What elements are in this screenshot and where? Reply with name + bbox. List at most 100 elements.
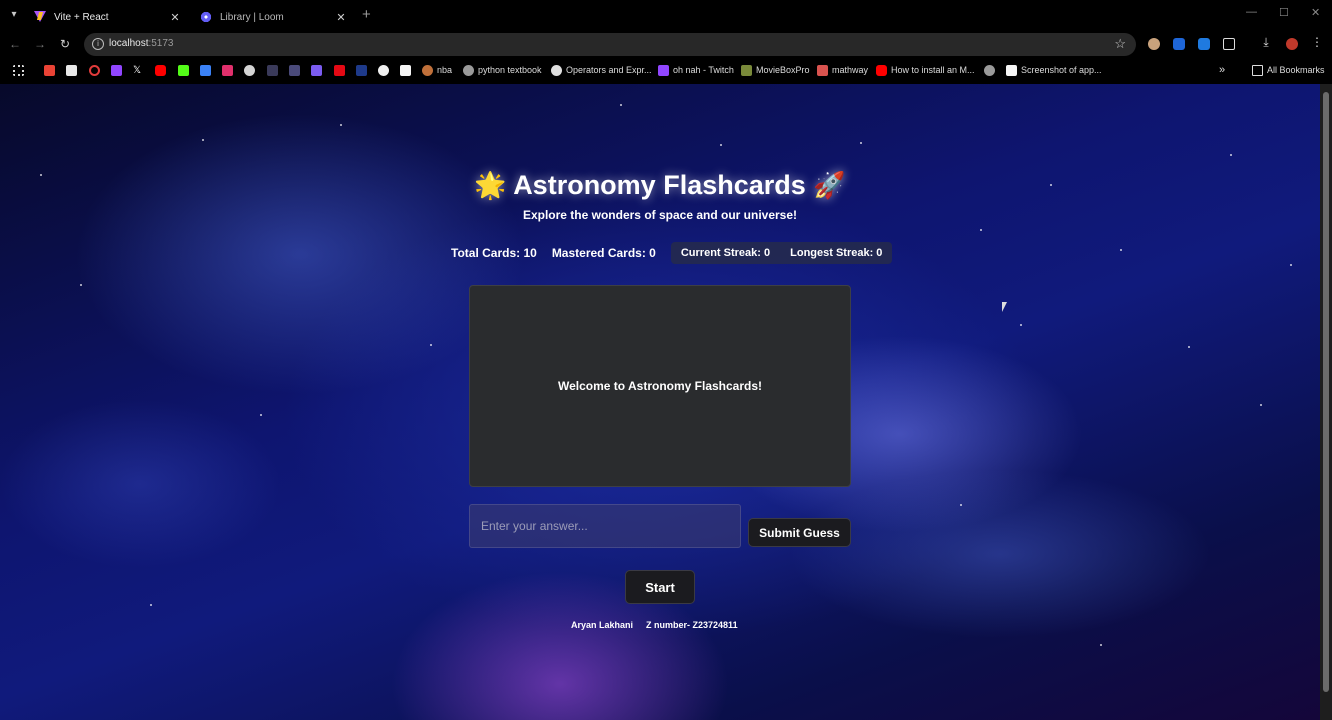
bookmarks-bar: 𝕏 nba python textbook Operators and Expr… — [0, 58, 1332, 82]
page-scrollbar[interactable] — [1320, 84, 1332, 720]
bookmark-star-icon[interactable]: ☆ — [1114, 36, 1126, 52]
back-arrow-icon[interactable]: ← — [7, 36, 23, 52]
scrollbar-thumb[interactable] — [1323, 92, 1329, 692]
bookmark-label: MovieBoxPro — [756, 65, 810, 75]
site-icon[interactable] — [244, 64, 255, 76]
new-tab-plus-icon[interactable]: + — [362, 6, 371, 23]
bookmark-mathway[interactable]: mathway — [817, 64, 868, 76]
youtube-icon[interactable] — [155, 64, 166, 76]
gmail-icon[interactable] — [44, 64, 55, 76]
tab-title: Vite + React — [54, 11, 109, 23]
nba-icon — [422, 64, 433, 76]
submit-guess-button[interactable]: Submit Guess — [748, 518, 851, 547]
flashcard[interactable]: Welcome to Astronomy Flashcards! — [469, 285, 851, 487]
more-menu-icon[interactable]: ⋮ — [1311, 36, 1323, 48]
netflix-icon[interactable] — [334, 64, 345, 76]
rocket-icon: 🚀 — [813, 170, 846, 200]
site-icon[interactable] — [311, 64, 322, 76]
total-cards-stat: Total Cards: 10 — [451, 246, 537, 260]
bookmark-python-textbook[interactable]: python textbook — [463, 64, 542, 76]
vite-icon — [34, 11, 46, 23]
footer-student-id: Z number- Z23724811 — [646, 620, 738, 630]
x-icon[interactable]: 𝕏 — [133, 64, 141, 76]
site-icon[interactable] — [200, 64, 211, 76]
site-icon[interactable] — [356, 64, 367, 76]
streak-panel: Current Streak: 0 Longest Streak: 0 — [670, 242, 893, 264]
wiki-icon[interactable] — [267, 64, 278, 76]
loom-icon — [200, 11, 212, 23]
browser-tab-bar: ▾ Vite + React ✕ Library | Loom ✕ + — ☐ … — [0, 0, 1332, 30]
start-button[interactable]: Start — [625, 570, 695, 604]
bookmark-operators[interactable]: Operators and Expr... — [551, 64, 652, 76]
bookmark-nba[interactable]: nba — [422, 64, 452, 76]
apps-grid-icon[interactable] — [13, 64, 24, 76]
site-icon[interactable] — [400, 64, 411, 76]
url-text[interactable]: localhost:5173 — [109, 38, 174, 49]
circle-site-icon[interactable] — [89, 64, 100, 76]
reload-icon[interactable]: ↻ — [57, 36, 73, 52]
mathway-icon — [817, 64, 828, 76]
github-icon[interactable] — [378, 64, 389, 76]
globe-icon — [463, 64, 474, 76]
maximize-icon[interactable]: ☐ — [1279, 6, 1289, 19]
extension-cookie-icon[interactable] — [1148, 38, 1160, 50]
bookmark-screenshot[interactable]: Screenshot of app... — [1006, 64, 1102, 76]
bookmark-movieboxpro[interactable]: MovieBoxPro — [741, 64, 810, 76]
close-tab-icon[interactable]: ✕ — [168, 11, 182, 24]
globe-icon — [984, 64, 995, 76]
page-subtitle: Explore the wonders of space and our uni… — [522, 208, 798, 222]
tab-search-chevron-icon[interactable]: ▾ — [6, 7, 22, 23]
folder-icon — [1252, 64, 1263, 76]
stats-row: Total Cards: 10 Mastered Cards: 0 Curren… — [451, 242, 893, 264]
page-viewport: 🌟 Astronomy Flashcards 🚀 Explore the won… — [0, 84, 1320, 720]
bookmark-label: Operators and Expr... — [566, 65, 652, 75]
mouse-cursor-icon — [1002, 302, 1007, 312]
star-icon: 🌟 — [474, 170, 507, 200]
flashcard-text: Welcome to Astronomy Flashcards! — [557, 379, 763, 393]
url-host: localhost — [109, 38, 149, 49]
footer-author-name: Aryan Lakhani — [571, 620, 634, 630]
bookmark-how-to-install[interactable]: How to install an M... — [876, 64, 975, 76]
twitch-icon[interactable] — [111, 64, 122, 76]
close-tab-icon[interactable]: ✕ — [334, 11, 348, 24]
address-bar[interactable]: i localhost:5173 ☆ — [84, 33, 1136, 56]
forward-arrow-icon[interactable]: → — [32, 36, 48, 52]
tab-loom-library[interactable]: Library | Loom ✕ — [192, 4, 356, 30]
bookmark-twitch[interactable]: oh nah - Twitch — [658, 64, 734, 76]
site-icon[interactable] — [289, 64, 300, 76]
bookmark-label: oh nah - Twitch — [673, 65, 734, 75]
grid-site-icon[interactable] — [66, 64, 77, 76]
current-streak-stat: Current Streak: 0 — [680, 247, 771, 259]
mastered-cards-stat: Mastered Cards: 0 — [551, 246, 656, 260]
download-icon[interactable]: ⤓ — [1260, 36, 1272, 48]
bookmarks-overflow-icon[interactable]: » — [1219, 64, 1225, 76]
extensions-puzzle-icon[interactable] — [1223, 38, 1235, 50]
kick-icon[interactable] — [178, 64, 189, 76]
all-bookmarks-label: All Bookmarks — [1267, 65, 1325, 75]
site-info-icon[interactable]: i — [92, 38, 104, 50]
all-bookmarks-folder[interactable]: All Bookmarks — [1252, 64, 1325, 76]
bookmark-label: Screenshot of app... — [1021, 65, 1102, 75]
close-window-icon[interactable]: ✕ — [1311, 6, 1320, 19]
instagram-icon[interactable] — [222, 64, 233, 76]
tab-title: Library | Loom — [220, 11, 284, 23]
page-title-text: Astronomy Flashcards — [513, 170, 806, 200]
extension-translate-icon[interactable] — [1198, 38, 1210, 50]
twitch-icon — [658, 64, 669, 76]
moviebox-icon — [741, 64, 752, 76]
operators-icon — [551, 64, 562, 76]
answer-input[interactable] — [469, 504, 741, 548]
tab-vite-react[interactable]: Vite + React ✕ — [26, 4, 190, 30]
bookmark-label: nba — [437, 65, 453, 75]
youtube-icon — [876, 64, 887, 76]
extension-audio-icon[interactable] — [1173, 38, 1185, 50]
page-title: 🌟 Astronomy Flashcards 🚀 — [0, 170, 1320, 201]
bookmark-label: mathway — [832, 65, 869, 75]
minimize-icon[interactable]: — — [1246, 6, 1257, 18]
globe-bookmark[interactable] — [984, 64, 995, 76]
bookmark-label: How to install an M... — [891, 65, 975, 75]
bookmark-label: python textbook — [478, 65, 542, 75]
longest-streak-stat: Longest Streak: 0 — [790, 247, 883, 259]
profile-avatar-icon[interactable] — [1286, 38, 1298, 50]
browser-toolbar: ← → ↻ i localhost:5173 ☆ ⤓ ⋮ — [0, 30, 1332, 58]
